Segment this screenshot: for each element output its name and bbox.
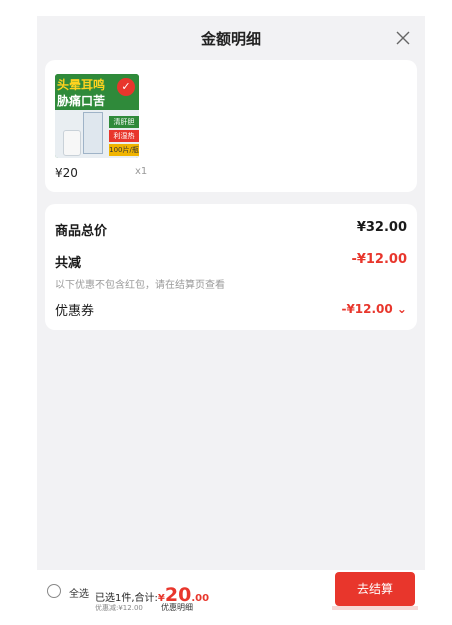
total-decimal: .00 xyxy=(191,593,210,604)
select-all-label[interactable]: 全选 xyxy=(69,585,89,600)
amount-detail-sheet: 金额明细 头晕耳鸣 胁痛口苦 ✓ 清肝胆 利湿热 100片/瓶 ¥20 x1 商… xyxy=(37,16,425,621)
product-tag: 100片/瓶 xyxy=(109,144,139,156)
checkout-bar: 全选 已选1件,合计:¥20.00 优惠减:¥12.00 优惠明细 去结算 xyxy=(37,570,425,621)
product-quantity: x1 xyxy=(135,166,148,177)
product-price: ¥20 xyxy=(55,166,78,180)
product-card: 头晕耳鸣 胁痛口苦 ✓ 清肝胆 利湿热 100片/瓶 ¥20 x1 xyxy=(45,60,417,192)
reduction-value: -¥12.00 xyxy=(351,252,407,267)
coupon-label: 优惠券 xyxy=(55,304,95,319)
total-price-label: 商品总价 xyxy=(55,224,108,239)
coupon-value[interactable]: -¥12.00 ⌄ xyxy=(341,302,407,316)
discount-note: 以下优惠不包含红包，请在结算页查看 xyxy=(55,280,225,291)
price-summary-card: 商品总价 ¥32.00 共减 -¥12.00 以下优惠不包含红包，请在结算页查看… xyxy=(45,204,417,330)
product-image-line1: 头晕耳鸣 xyxy=(57,78,106,92)
medicine-box-illustration xyxy=(83,112,103,154)
product-tag: 清肝胆 xyxy=(109,116,139,128)
checkout-button[interactable]: 去结算 xyxy=(335,572,415,606)
reduction-label: 共减 xyxy=(55,256,82,271)
select-all-radio[interactable] xyxy=(47,584,61,598)
sheet-title: 金额明细 xyxy=(200,30,261,48)
total-price-value: ¥32.00 xyxy=(356,220,407,235)
product-tag: 利湿热 xyxy=(109,130,139,142)
close-icon[interactable] xyxy=(395,30,411,46)
product-image[interactable]: 头晕耳鸣 胁痛口苦 ✓ 清肝胆 利湿热 100片/瓶 xyxy=(55,74,139,158)
badge-check-icon: ✓ xyxy=(117,78,135,96)
sheet-header: 金额明细 xyxy=(37,16,425,60)
discount-summary: 优惠减:¥12.00 xyxy=(95,604,143,612)
checkout-button-shadow xyxy=(332,606,418,610)
product-image-line2: 胁痛口苦 xyxy=(57,94,106,108)
medicine-bottle-illustration xyxy=(63,130,81,156)
discount-detail-link[interactable]: 优惠明细 xyxy=(161,602,193,613)
